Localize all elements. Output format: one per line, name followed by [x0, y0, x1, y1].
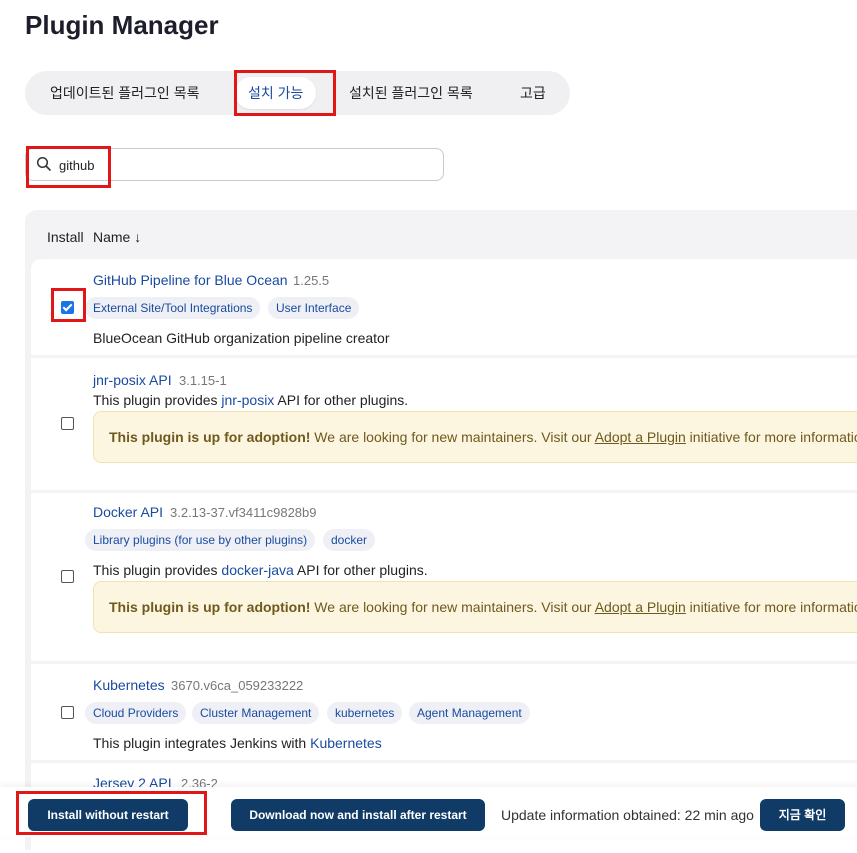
column-header-name[interactable]: Name ↓ [93, 229, 141, 245]
description-link[interactable]: docker-java [221, 562, 293, 578]
install-checkbox[interactable] [61, 301, 74, 314]
adoption-notice: This plugin is up for adoption! We are l… [93, 581, 857, 633]
check-now-button[interactable]: 지금 확인 [760, 799, 845, 831]
table-row: Kubernetes 3670.v6ca_059233222 Cloud Pro… [31, 664, 857, 760]
description-link[interactable]: jnr-posix [221, 392, 274, 408]
adopt-plugin-link[interactable]: Adopt a Plugin [595, 429, 686, 445]
category-tag[interactable]: docker [323, 529, 376, 551]
plugin-description: This plugin provides docker-java API for… [93, 562, 428, 578]
plugin-description: This plugin provides jnr-posix API for o… [93, 392, 409, 408]
plugin-description: BlueOcean GitHub organization pipeline c… [93, 330, 390, 346]
bottom-action-bar: Install without restart Download now and… [0, 787, 857, 837]
category-tag[interactable]: kubernetes [327, 702, 403, 724]
category-tag[interactable]: Cluster Management [192, 702, 320, 724]
category-tag[interactable]: Agent Management [409, 702, 530, 724]
adopt-plugin-link[interactable]: Adopt a Plugin [595, 599, 686, 615]
page-title: Plugin Manager [25, 10, 219, 40]
plugin-name-link[interactable]: GitHub Pipeline for Blue Ocean [93, 272, 288, 288]
plugin-table: Install Name ↓ GitHub Pipeline for Blue … [25, 210, 857, 853]
tab-installed[interactable]: 설치된 플러그인 목록 [349, 71, 473, 115]
download-install-after-restart-button[interactable]: Download now and install after restart [231, 799, 485, 831]
table-row: Docker API 3.2.13-37.vf3411c9828b9 Libra… [31, 493, 857, 661]
category-tag[interactable]: External Site/Tool Integrations [85, 297, 261, 319]
search-box [25, 148, 444, 181]
search-icon [36, 156, 51, 171]
tab-advanced[interactable]: 고급 [520, 71, 546, 115]
search-input[interactable] [57, 153, 431, 177]
plugin-version: 3.1.15-1 [179, 373, 227, 388]
install-checkbox[interactable] [61, 706, 74, 719]
plugin-name-link[interactable]: Kubernetes [93, 677, 165, 693]
update-status-text: Update information obtained: 22 min ago [501, 807, 754, 823]
tab-bar: 업데이트된 플러그인 목록 설치 가능 설치된 플러그인 목록 고급 [25, 71, 570, 115]
category-tag[interactable]: User Interface [268, 297, 360, 319]
tab-updates[interactable]: 업데이트된 플러그인 목록 [50, 71, 199, 115]
table-row: GitHub Pipeline for Blue Ocean 1.25.5 Ex… [31, 259, 857, 355]
adoption-notice: This plugin is up for adoption! We are l… [93, 411, 857, 463]
plugin-name-link[interactable]: jnr-posix API [93, 372, 172, 388]
tab-available[interactable]: 설치 가능 [235, 77, 317, 109]
category-tag[interactable]: Library plugins (for use by other plugin… [85, 529, 316, 551]
plugin-name-link[interactable]: Docker API [93, 504, 163, 520]
plugin-version: 3670.v6ca_059233222 [171, 678, 304, 693]
install-checkbox[interactable] [61, 570, 74, 583]
category-tag[interactable]: Cloud Providers [85, 702, 187, 724]
install-checkbox[interactable] [61, 417, 74, 430]
table-row: jnr-posix API 3.1.15-1 This plugin provi… [31, 358, 857, 490]
description-link[interactable]: Kubernetes [310, 735, 382, 751]
plugin-version: 1.25.5 [293, 273, 330, 288]
plugin-description: This plugin integrates Jenkins with Kube… [93, 735, 382, 751]
plugin-version: 3.2.13-37.vf3411c9828b9 [170, 505, 317, 520]
column-header-install: Install [47, 229, 84, 245]
install-without-restart-button[interactable]: Install without restart [28, 799, 188, 831]
